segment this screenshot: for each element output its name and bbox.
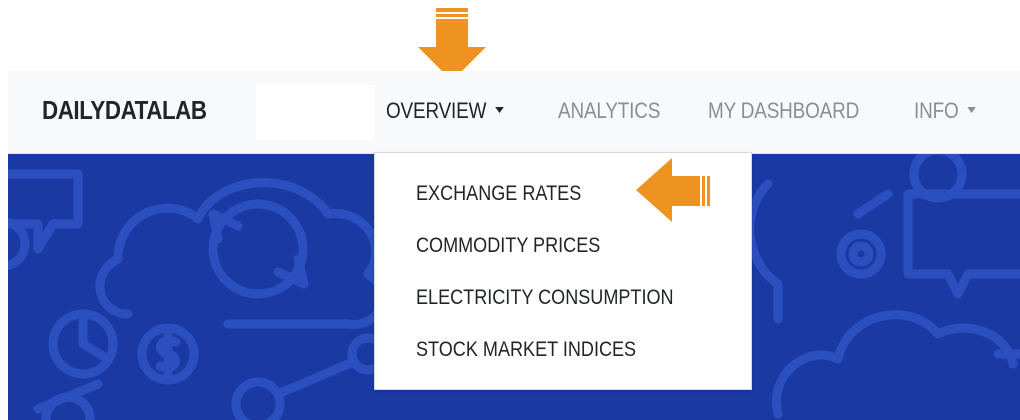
nav-item-label: MY DASHBOARD [708,98,860,123]
nav-item-info[interactable]: INFO [914,98,976,124]
dropdown-item-exchange-rates[interactable]: EXCHANGE RATES [416,182,581,206]
caret-down-icon [494,107,504,114]
nav-item-label: INFO [914,98,959,123]
screenshot-stage: DAILYDATALAB OVERVIEW ANALYTICS MY DASHB… [0,0,1020,420]
dropdown-item-electricity-consumption[interactable]: ELECTRICITY CONSUMPTION [416,286,674,310]
nav-item-my-dashboard[interactable]: MY DASHBOARD [708,98,859,124]
caret-down-icon [967,107,976,114]
dropdown-item-stock-market-indices[interactable]: STOCK MARKET INDICES [416,338,636,362]
nav-item-label: ANALYTICS [558,98,661,123]
brand-logo[interactable]: DAILYDATALAB [42,95,207,126]
dropdown-item-commodity-prices[interactable]: COMMODITY PRICES [416,234,600,258]
top-navbar: DAILYDATALAB OVERVIEW ANALYTICS MY DASHB… [8,71,1020,154]
nav-item-label: OVERVIEW [386,98,487,123]
nav-item-analytics[interactable]: ANALYTICS [558,98,660,124]
annotation-strip [0,0,1020,71]
redacted-area [256,85,374,140]
arrow-left-icon [636,158,710,222]
nav-item-overview[interactable]: OVERVIEW [386,98,504,124]
